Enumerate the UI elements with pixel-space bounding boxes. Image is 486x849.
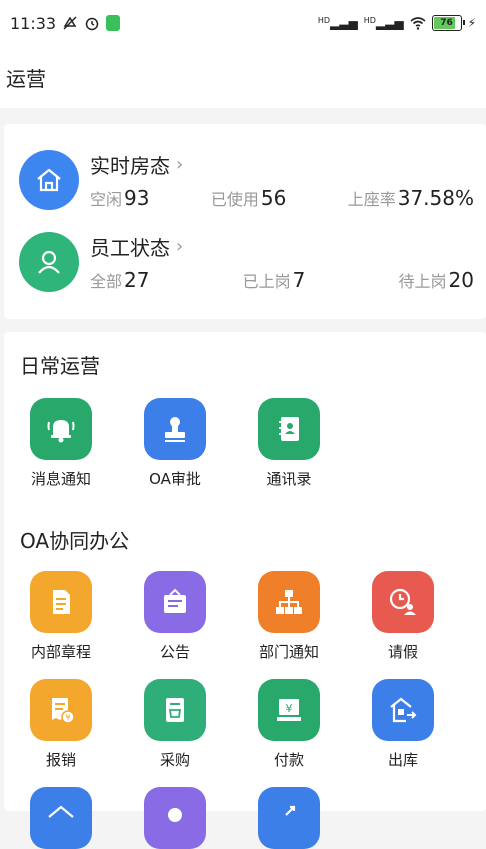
board-icon: [144, 571, 206, 633]
app-partial-3[interactable]: [232, 787, 346, 849]
chevron-right-icon: ›: [176, 236, 184, 257]
app-notification-icon: [106, 15, 121, 31]
oa-apps-row-3-partial: [4, 787, 486, 849]
svg-text:¥: ¥: [65, 713, 70, 722]
app-reimbursement[interactable]: ¥ 报销: [4, 679, 118, 770]
room-status-metrics: 空闲 93 已使用 56 上座率 37.58%: [90, 186, 474, 210]
oa-apps-row-2: ¥ 报销 采购 ¥ 付款 出库: [4, 679, 486, 770]
status-bar: 11:33 HD▂▃▅ HD▂▃▅ 76 ⚡: [0, 0, 486, 46]
app-internal-rules[interactable]: 内部章程: [4, 571, 118, 662]
staff-status-row[interactable]: 员工状态 › 全部 27 已上岗 7 待上岗 20: [4, 224, 486, 304]
battery-icon: 76: [431, 15, 465, 31]
app-partial-1[interactable]: [4, 787, 118, 849]
charging-icon: ⚡: [467, 16, 476, 30]
warehouse-icon: [372, 679, 434, 741]
person-icon: [19, 232, 79, 292]
app-purchase[interactable]: 采购: [118, 679, 232, 770]
app-partial-2[interactable]: [118, 787, 232, 849]
payment-icon: ¥: [258, 679, 320, 741]
signal-icon-1: HD▂▃▅: [317, 16, 358, 30]
purchase-icon: [144, 679, 206, 741]
home-icon: [19, 150, 79, 210]
oa-apps-row-1: 内部章程 公告 部门通知 请假: [4, 571, 486, 662]
apps-card: 日常运营 消息通知 OA审批 通讯录 OA协同办公 内部章程 公告 部门通知 请…: [4, 332, 486, 849]
stats-card: 实时房态 › 空闲 93 已使用 56 上座率 37.58% 员工状态 › 全部 27 已上…: [4, 124, 486, 319]
svg-text:¥: ¥: [286, 702, 293, 715]
app-message-notice[interactable]: 消息通知: [4, 398, 118, 489]
reimburse-icon: ¥: [30, 679, 92, 741]
status-time: 11:33: [10, 13, 57, 33]
app-payment[interactable]: ¥ 付款: [232, 679, 346, 770]
page-header: 运营: [0, 46, 486, 108]
bell-icon: [30, 398, 92, 460]
section-title-oa: OA协同办公: [20, 529, 130, 553]
chevron-right-icon: ›: [176, 154, 184, 175]
contacts-icon: [258, 398, 320, 460]
signal-icon-2: HD▂▃▅: [363, 16, 404, 30]
app-announcement[interactable]: 公告: [118, 571, 232, 662]
circle-icon: [144, 787, 206, 849]
room-status-row[interactable]: 实时房态 › 空闲 93 已使用 56 上座率 37.58%: [4, 142, 486, 222]
leave-icon: [372, 571, 434, 633]
daily-apps-grid: 消息通知 OA审批 通讯录: [4, 398, 486, 489]
room-status-title[interactable]: 实时房态 ›: [90, 150, 183, 179]
document-icon: [30, 571, 92, 633]
home-icon: [30, 787, 92, 849]
app-leave[interactable]: 请假: [346, 571, 460, 662]
wifi-icon: [410, 17, 426, 30]
app-department-notice[interactable]: 部门通知: [232, 571, 346, 662]
stamp-icon: [144, 398, 206, 460]
arrow-icon: [258, 787, 320, 849]
app-outbound[interactable]: 出库: [346, 679, 460, 770]
page-title: 运营: [6, 66, 46, 91]
app-oa-approval[interactable]: OA审批: [118, 398, 232, 489]
app-contacts[interactable]: 通讯录: [232, 398, 346, 489]
staff-status-metrics: 全部 27 已上岗 7 待上岗 20: [90, 268, 474, 292]
org-chart-icon: [258, 571, 320, 633]
section-title-daily: 日常运营: [20, 354, 100, 378]
mute-icon: [63, 16, 77, 30]
alarm-icon: [85, 17, 99, 31]
staff-status-title[interactable]: 员工状态 ›: [90, 232, 183, 261]
